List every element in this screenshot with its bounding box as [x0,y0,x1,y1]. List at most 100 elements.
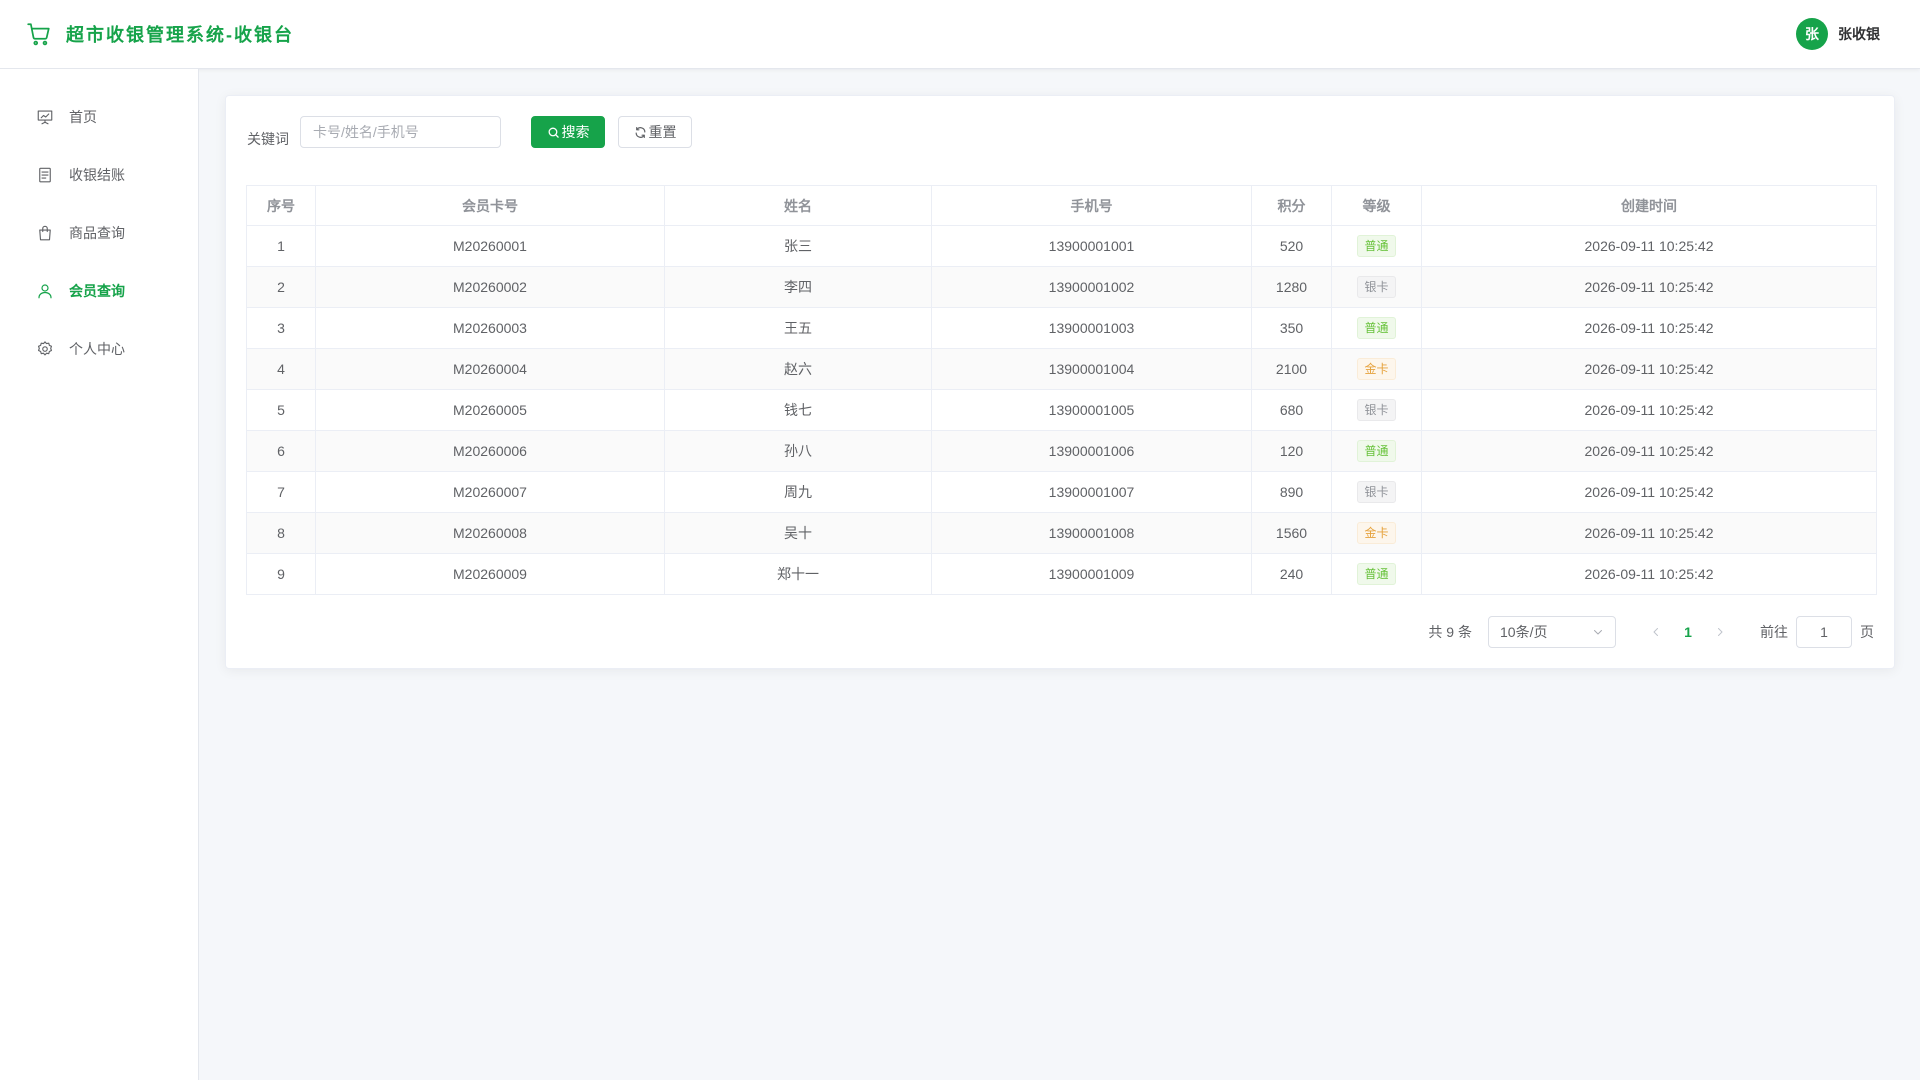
reset-button[interactable]: 重置 [618,116,692,148]
cell-card-number: M20260007 [315,471,665,513]
cell-points: 520 [1251,225,1332,267]
shopping-cart-icon [27,23,50,46]
cell-card-number: M20260002 [315,266,665,308]
table-row: 2 M20260002 李四 13900001002 1280 银卡 2026-09-11 … [246,266,1877,308]
gear-icon [37,341,53,356]
cell-points: 1280 [1251,266,1332,308]
pagination: 共 9 条 10条/页 1 前往 页 [1428,616,1874,648]
cell-level: 普通 [1331,225,1422,267]
sidebar-item-checkout[interactable]: 收银结账 [0,146,198,204]
cell-name: 吴十 [664,512,932,554]
cell-index: 2 [246,266,316,308]
cell-points: 240 [1251,553,1332,595]
level-tag: 普通 [1357,317,1396,339]
page-number-current[interactable]: 1 [1672,624,1704,640]
cell-name: 王五 [664,307,932,349]
cell-level: 普通 [1331,553,1422,595]
cell-index: 9 [246,553,316,595]
table-row: 7 M20260007 周九 13900001007 890 银卡 2026-09-11 1… [246,471,1877,513]
sidebar-item-label: 个人中心 [69,341,125,357]
chevron-right-icon [1718,628,1723,636]
cell-card-number: M20260004 [315,348,665,390]
goto-label: 前往 [1760,624,1788,640]
level-tag: 普通 [1357,563,1396,585]
cell-index: 7 [246,471,316,513]
table-body: 1 M20260001 张三 13900001001 520 普通 2026-09-11 1… [246,225,1877,595]
user-menu[interactable]: 张 张收银 [1796,18,1880,50]
cell-created-time: 2026-09-11 10:25:42 [1421,430,1877,472]
sidebar-item-label: 首页 [69,109,97,125]
receipt-icon [39,167,51,183]
sidebar-item-members[interactable]: 会员查询 [0,262,198,320]
level-tag: 银卡 [1357,481,1396,503]
level-tag: 普通 [1357,235,1396,257]
cell-created-time: 2026-09-11 10:25:42 [1421,471,1877,513]
sidebar-item-label: 商品查询 [69,225,125,241]
cell-level: 金卡 [1331,512,1422,554]
member-table: 序号 会员卡号 姓名 手机号 积分 等级 创建时间 1 M20260001 张三 13… [246,185,1877,595]
avatar[interactable]: 张 [1796,18,1828,50]
page-size-select[interactable]: 10条/页 [1488,616,1616,648]
page-suffix: 页 [1860,624,1874,640]
cell-phone: 13900001007 [931,471,1252,513]
home-chart-icon [37,110,53,125]
avatar-initial: 张 [1805,27,1820,43]
sidebar-item-home[interactable]: 首页 [0,88,198,146]
cell-points: 120 [1251,430,1332,472]
table-row: 9 M20260009 郑十一 13900001009 240 普通 2026-09-11 … [246,553,1877,595]
next-page-button[interactable] [1704,616,1736,648]
cell-level: 银卡 [1331,266,1422,308]
level-tag: 银卡 [1357,399,1396,421]
cell-level: 银卡 [1331,471,1422,513]
search-button[interactable]: 搜索 [531,116,605,148]
search-button-label: 搜索 [561,124,590,140]
column-header-index: 序号 [246,185,316,226]
refresh-icon [635,126,645,138]
cell-created-time: 2026-09-11 10:25:42 [1421,553,1877,595]
cell-phone: 13900001004 [931,348,1252,390]
cell-name: 李四 [664,266,932,308]
cell-level: 普通 [1331,307,1422,349]
cell-card-number: M20260003 [315,307,665,349]
level-tag: 普通 [1357,440,1396,462]
top-header: 超市收银管理系统-收银台 张 张收银 [0,0,1920,69]
cell-points: 1560 [1251,512,1332,554]
cell-name: 赵六 [664,348,932,390]
cell-card-number: M20260009 [315,553,665,595]
pagination-total: 共 9 条 [1428,624,1472,640]
cell-index: 8 [246,512,316,554]
cell-name: 钱七 [664,389,932,431]
sidebar-item-profile[interactable]: 个人中心 [0,320,198,378]
cell-index: 4 [246,348,316,390]
cell-phone: 13900001008 [931,512,1252,554]
shopping-bag-icon [39,225,51,241]
cell-created-time: 2026-09-11 10:25:42 [1421,348,1877,390]
user-icon [38,284,52,299]
prev-page-button[interactable] [1640,616,1672,648]
sidebar-item-label: 收银结账 [69,167,125,183]
member-query-card: 关键词 搜索 重置 序号 会员卡号 [225,95,1895,669]
cell-phone: 13900001009 [931,553,1252,595]
cell-name: 张三 [664,225,932,267]
goto-page-input[interactable] [1796,616,1852,648]
cell-name: 周九 [664,471,932,513]
cell-created-time: 2026-09-11 10:25:42 [1421,266,1877,308]
cell-phone: 13900001005 [931,389,1252,431]
cell-points: 890 [1251,471,1332,513]
search-input[interactable] [300,116,501,148]
sidebar-item-products[interactable]: 商品查询 [0,204,198,262]
cell-phone: 13900001003 [931,307,1252,349]
chevron-down-icon [1594,630,1602,635]
column-header-created: 创建时间 [1421,185,1877,226]
column-header-name: 姓名 [664,185,932,226]
cell-created-time: 2026-09-11 10:25:42 [1421,225,1877,267]
table-header-row: 序号 会员卡号 姓名 手机号 积分 等级 创建时间 [246,185,1877,226]
cell-created-time: 2026-09-11 10:25:42 [1421,307,1877,349]
user-name[interactable]: 张收银 [1838,24,1880,44]
app-title: 超市收银管理系统-收银台 [66,25,294,45]
cell-card-number: M20260008 [315,512,665,554]
sidebar-item-label: 会员查询 [69,283,125,299]
column-header-phone: 手机号 [931,185,1252,226]
cell-phone: 13900001002 [931,266,1252,308]
cell-index: 6 [246,430,316,472]
